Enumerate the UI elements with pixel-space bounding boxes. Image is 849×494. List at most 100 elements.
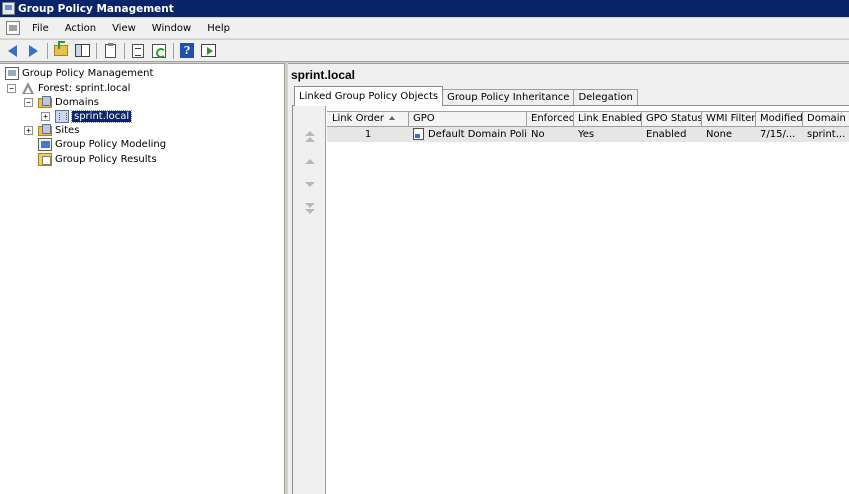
move-bottom-icon <box>305 202 315 208</box>
help-button[interactable]: ? <box>178 42 196 60</box>
expand-icon[interactable]: + <box>41 111 50 121</box>
toolbar-separator <box>47 42 48 59</box>
tree-label-domain: sprint.local <box>70 109 133 123</box>
cell-gpo-name: Default Domain Policy <box>428 129 527 140</box>
cell-domain: sprint... <box>807 129 846 140</box>
gpm-icon <box>5 66 19 80</box>
up-one-level-button[interactable] <box>52 41 70 60</box>
clipboard-icon <box>104 42 116 58</box>
tab-delegation[interactable]: Delegation <box>573 89 638 106</box>
tree-label-root: Group Policy Management <box>22 67 154 79</box>
column-label: Link Order <box>331 113 385 124</box>
cell-link-order: 1 <box>364 129 372 140</box>
column-gpo[interactable]: GPO <box>409 112 527 126</box>
tree-node-root[interactable]: Group Policy Management <box>5 66 153 80</box>
forward-button[interactable] <box>24 42 42 60</box>
refresh-icon <box>152 43 166 58</box>
forward-icon <box>28 44 38 57</box>
results-pane: sprint.local Linked Group Policy Objects… <box>288 63 849 494</box>
tree-label-domains: Domains <box>55 96 100 108</box>
gpo-icon <box>413 128 424 140</box>
forest-icon <box>21 81 35 95</box>
expand-icon[interactable]: + <box>24 125 33 135</box>
linked-gpo-table[interactable]: Link Order GPO Enforced Link Enabled GPO… <box>327 111 849 142</box>
toolbar: ? <box>0 40 849 62</box>
move-down-button[interactable] <box>303 178 317 190</box>
cell-gpo-status: Enabled <box>646 129 687 140</box>
tree-label-forest: Forest: sprint.local <box>38 82 131 94</box>
cell-enforced: No <box>531 129 545 140</box>
results-icon <box>38 152 52 166</box>
up-folder-icon <box>54 41 68 56</box>
collapse-icon[interactable]: − <box>24 97 33 107</box>
tree-label-results: Group Policy Results <box>55 153 157 165</box>
move-down-icon <box>305 181 315 187</box>
back-button[interactable] <box>3 42 21 60</box>
clipboard-button[interactable] <box>101 42 119 60</box>
collapse-icon[interactable]: − <box>7 83 16 93</box>
column-link-order[interactable]: Link Order <box>327 112 409 126</box>
modeling-icon <box>38 137 52 151</box>
move-top-icon <box>305 136 315 142</box>
tree-node-results[interactable]: Group Policy Results <box>38 152 157 166</box>
cell-gpo: Default Domain Policy <box>409 127 527 142</box>
column-modified[interactable]: Modified <box>756 112 803 126</box>
move-to-bottom-button[interactable] <box>303 202 317 214</box>
title-bar: Group Policy Management <box>0 0 849 17</box>
move-top-icon <box>305 130 315 136</box>
column-link-enabled[interactable]: Link Enabled <box>574 112 642 126</box>
menu-bar: File Action View Window Help <box>0 18 849 39</box>
action-pane-icon <box>200 44 216 57</box>
tab-gp-inheritance[interactable]: Group Policy Inheritance <box>442 89 575 106</box>
cell-link-enabled: Yes <box>578 129 595 140</box>
sites-folder-icon <box>38 124 52 136</box>
link-order-buttons <box>293 106 326 494</box>
toolbar-separator <box>124 42 125 59</box>
back-icon <box>7 44 17 57</box>
tab-strip: Linked Group Policy Objects Group Policy… <box>294 86 638 106</box>
action-pane-button[interactable] <box>199 42 217 60</box>
tree-label-modeling: Group Policy Modeling <box>55 138 167 150</box>
show-hide-tree-icon <box>74 44 90 57</box>
menu-view[interactable]: View <box>104 18 144 39</box>
window-title: Group Policy Management <box>18 2 174 15</box>
menu-file[interactable]: File <box>24 18 57 39</box>
tree-node-domains[interactable]: − Domains <box>24 95 99 109</box>
properties-button[interactable] <box>129 42 147 60</box>
gpm-app-icon <box>2 2 15 15</box>
move-up-icon <box>305 158 315 164</box>
toolbar-separator <box>173 42 174 59</box>
move-bottom-icon <box>305 208 315 214</box>
tab-linked-gpos[interactable]: Linked Group Policy Objects <box>294 86 444 106</box>
column-domain[interactable]: Domain <box>803 112 849 126</box>
table-header: Link Order GPO Enforced Link Enabled GPO… <box>327 111 849 127</box>
console-tree[interactable]: Group Policy Management − Forest: sprint… <box>0 63 285 494</box>
show-hide-tree-button[interactable] <box>73 42 91 60</box>
table-row[interactable]: 1 Default Domain Policy No Yes Enabled N… <box>327 127 849 142</box>
tree-node-modeling[interactable]: Group Policy Modeling <box>38 137 166 151</box>
tree-node-sites[interactable]: + Sites <box>24 123 79 137</box>
pane-title: sprint.local <box>291 68 356 82</box>
menu-action[interactable]: Action <box>57 18 104 39</box>
refresh-button[interactable] <box>150 42 168 60</box>
domain-icon <box>55 109 69 123</box>
menu-window[interactable]: Window <box>144 18 199 39</box>
cell-modified: 7/15/... <box>760 129 796 140</box>
menu-help[interactable]: Help <box>199 18 238 39</box>
column-gpo-status[interactable]: GPO Status <box>642 112 702 126</box>
cell-wmi-filter: None <box>706 129 733 140</box>
sort-ascending-icon <box>389 116 396 120</box>
system-menu-icon[interactable] <box>6 21 20 35</box>
tree-label-sites: Sites <box>55 124 80 136</box>
help-icon: ? <box>180 43 194 58</box>
properties-icon <box>132 43 144 58</box>
column-wmi-filter[interactable]: WMI Filter <box>702 112 756 126</box>
toolbar-separator <box>96 42 97 59</box>
tree-node-domain[interactable]: + sprint.local <box>41 109 133 123</box>
column-enforced[interactable]: Enforced <box>527 112 574 126</box>
move-to-top-button[interactable] <box>303 130 317 142</box>
move-up-button[interactable] <box>303 155 317 167</box>
tree-node-forest[interactable]: − Forest: sprint.local <box>7 81 130 95</box>
domains-folder-icon <box>38 96 52 108</box>
linked-gpos-panel: Link Order GPO Enforced Link Enabled GPO… <box>292 105 849 494</box>
